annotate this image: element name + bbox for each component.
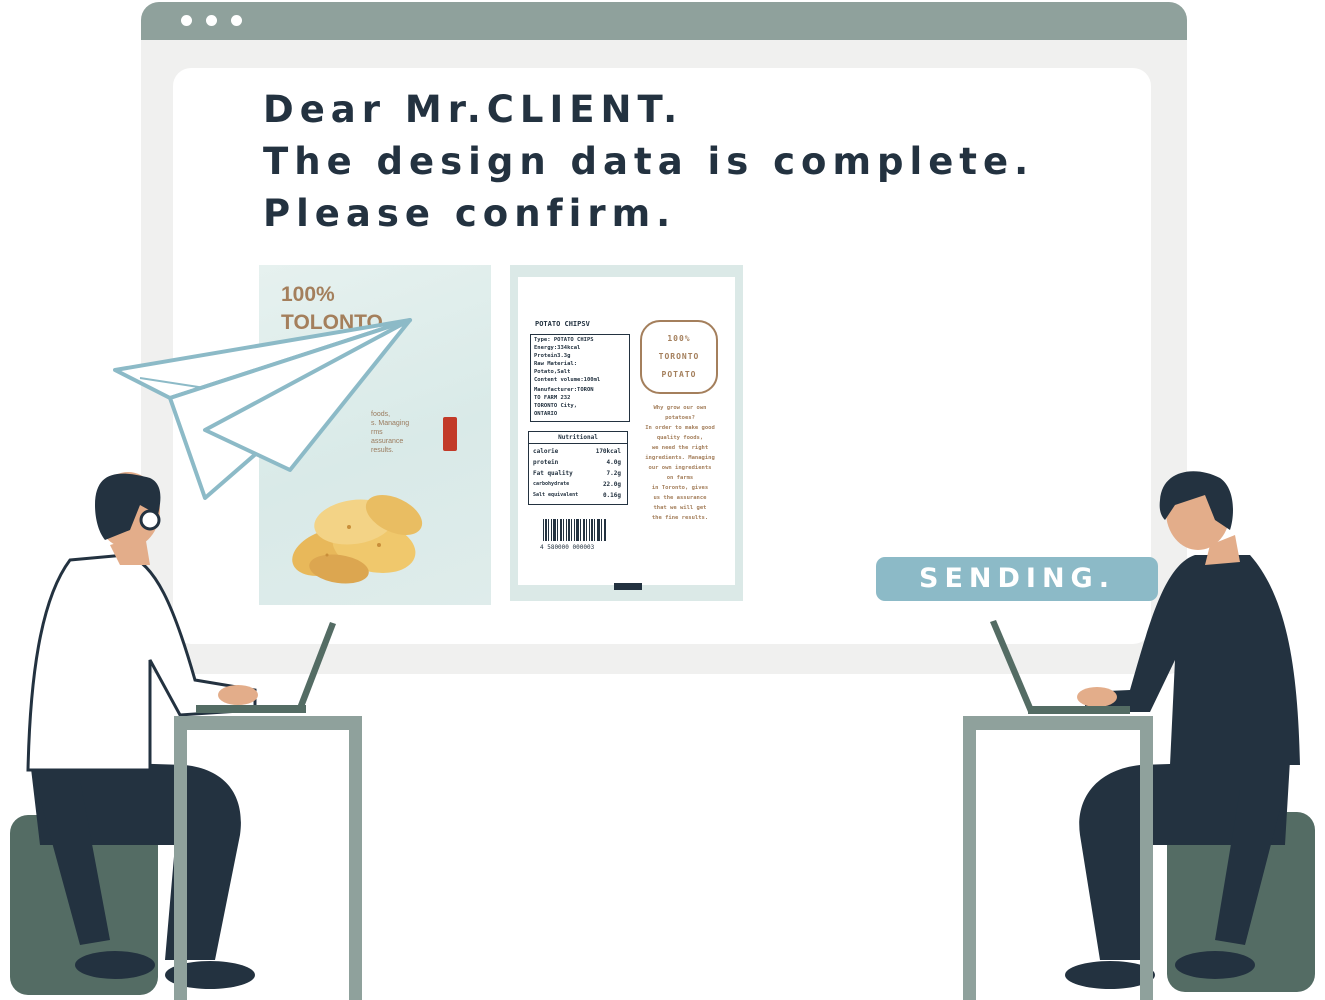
- person-left-torso: [26, 553, 257, 772]
- person-right-torso: [1085, 555, 1300, 765]
- paper-plane-icon: [113, 318, 412, 500]
- illustration-layer: [10, 318, 1315, 1000]
